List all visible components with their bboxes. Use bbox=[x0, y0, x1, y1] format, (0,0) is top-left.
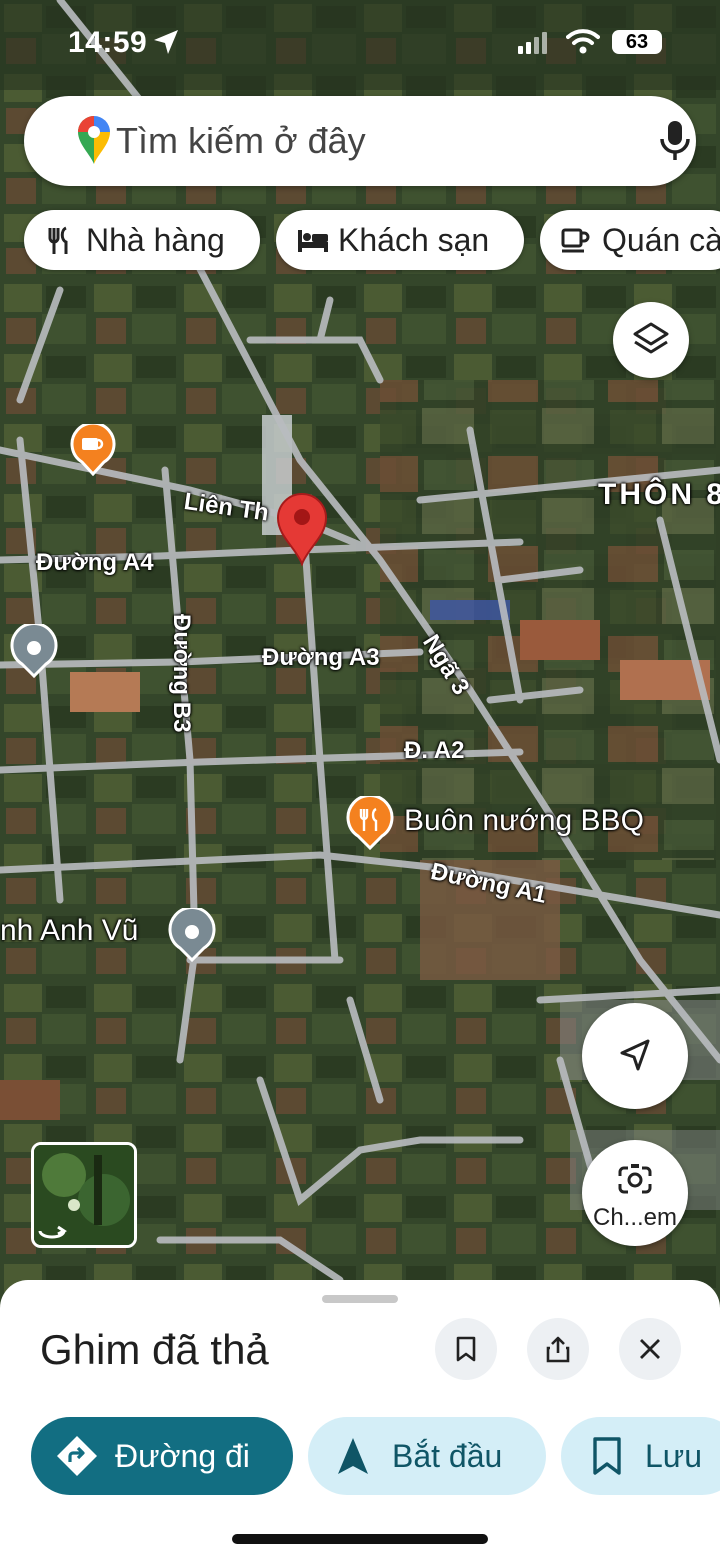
microphone-icon[interactable] bbox=[656, 118, 694, 164]
red-pin-icon bbox=[276, 493, 328, 566]
chip-label: Khách sạn bbox=[338, 222, 490, 258]
layers-button[interactable] bbox=[613, 302, 689, 378]
chip-label: Quán cà phê bbox=[602, 222, 720, 258]
sheet-drag-handle[interactable] bbox=[322, 1295, 398, 1303]
road-label-b3: Đường B3 bbox=[168, 614, 195, 733]
share-icon bbox=[546, 1336, 570, 1363]
chip-hotels[interactable]: Khách sạn bbox=[276, 210, 524, 270]
place-label-thon-8: THÔN 8 bbox=[598, 478, 720, 511]
coffee-icon bbox=[561, 228, 590, 253]
road-label-a4: Đường A4 bbox=[36, 549, 154, 576]
coffee-icon bbox=[70, 424, 116, 476]
directions-button[interactable]: Đường đi bbox=[31, 1417, 293, 1495]
place-pin-icon bbox=[168, 908, 216, 962]
chip-coffee[interactable]: Quán cà phê bbox=[540, 210, 720, 270]
search-bar[interactable]: Tìm kiếm ở đây bbox=[24, 96, 696, 186]
place-pin-icon bbox=[10, 624, 58, 678]
cellular-signal-icon bbox=[518, 32, 547, 54]
place-poi-marker[interactable] bbox=[10, 624, 58, 678]
chip-label: Nhà hàng bbox=[86, 222, 225, 258]
location-arrow-icon bbox=[154, 30, 178, 54]
save-button[interactable]: Lưu bbox=[561, 1417, 720, 1495]
restaurant-icon bbox=[48, 226, 68, 254]
coffee-poi-marker[interactable] bbox=[70, 424, 116, 476]
navigation-start-icon bbox=[338, 1438, 368, 1474]
poi-label-anh-vu[interactable]: nh Anh Vũ bbox=[0, 914, 138, 948]
close-icon bbox=[640, 1339, 660, 1359]
chip-restaurants[interactable]: Nhà hàng bbox=[24, 210, 260, 270]
road-label-a2: Đ. A2 bbox=[404, 737, 465, 764]
hotel-icon bbox=[298, 230, 328, 252]
street-view-preview bbox=[34, 1145, 134, 1245]
share-button[interactable] bbox=[527, 1318, 589, 1380]
restaurant-icon bbox=[346, 796, 394, 850]
dropped-pin[interactable] bbox=[276, 492, 328, 566]
close-button[interactable] bbox=[619, 1318, 681, 1380]
my-location-button[interactable] bbox=[582, 1003, 688, 1109]
street-view-thumbnail[interactable] bbox=[31, 1142, 137, 1248]
layers-icon bbox=[633, 322, 669, 354]
status-time: 14:59 bbox=[68, 26, 148, 59]
camera-search-button[interactable]: Ch...em bbox=[582, 1140, 688, 1246]
navigation-arrow-icon bbox=[620, 1039, 650, 1071]
start-button[interactable]: Bắt đầu bbox=[308, 1417, 546, 1495]
poi-label-bbq[interactable]: Buôn nướng BBQ bbox=[404, 804, 644, 838]
save-bookmark-button[interactable] bbox=[435, 1318, 497, 1380]
google-maps-logo-icon bbox=[78, 116, 110, 164]
directions-icon bbox=[57, 1436, 97, 1476]
sheet-title: Ghim đã thả bbox=[40, 1326, 269, 1373]
place-poi-marker[interactable] bbox=[168, 908, 216, 962]
save-label: Lưu bbox=[645, 1438, 703, 1474]
start-label: Bắt đầu bbox=[392, 1438, 503, 1474]
bookmark-icon bbox=[456, 1336, 476, 1362]
wifi-icon bbox=[566, 29, 600, 54]
home-indicator[interactable] bbox=[232, 1534, 488, 1544]
battery-indicator: 63 bbox=[612, 30, 662, 54]
status-bar: 14:59 63 bbox=[0, 0, 720, 90]
restaurant-poi-marker[interactable] bbox=[346, 796, 394, 850]
lens-camera-icon bbox=[618, 1164, 652, 1194]
bookmark-icon bbox=[593, 1437, 621, 1475]
directions-label: Đường đi bbox=[115, 1438, 250, 1474]
camera-button-label: Ch...em bbox=[592, 1204, 678, 1231]
road-label-a3: Đường A3 bbox=[262, 644, 380, 671]
search-input[interactable]: Tìm kiếm ở đây bbox=[116, 120, 366, 162]
